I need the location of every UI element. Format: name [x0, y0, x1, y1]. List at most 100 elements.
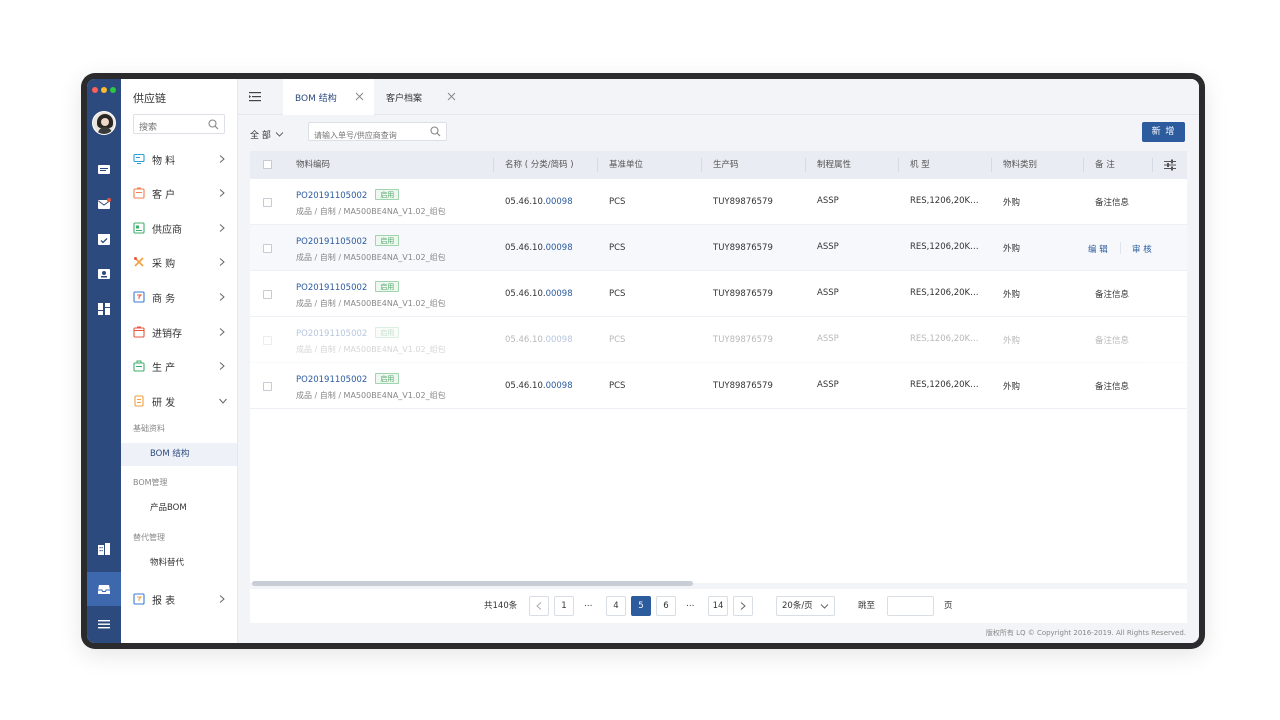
material-path: 成品 / 自制 / MA500BE4NA_V1.02_组包 [296, 207, 446, 216]
sidebar-search [133, 114, 225, 137]
sidebar-item-production[interactable]: 生 产 [121, 355, 238, 377]
tab-bar: BOM 结构 客户档案 [238, 79, 1199, 115]
material-name-prefix: 05.46.10. [505, 381, 546, 391]
material-path: 成品 / 自制 / MA500BE4NA_V1.02_组包 [296, 391, 446, 400]
material-code-link[interactable]: PO20191105002 [296, 237, 367, 247]
sidebar-item-label: 物 料 [152, 155, 176, 167]
column-settings-icon[interactable] [1164, 159, 1176, 171]
close-icon[interactable] [355, 92, 364, 101]
table-row[interactable]: PO20191105002 启用 成品 / 自制 / MA500BE4NA_V1.… [250, 225, 1187, 271]
sidebar-item-business[interactable]: 商 务 [121, 286, 238, 308]
tab-label: BOM 结构 [295, 93, 337, 104]
menu-icon[interactable] [97, 617, 111, 631]
dashboard-icon[interactable] [97, 302, 111, 316]
page-button[interactable]: 6 [656, 596, 676, 616]
table-row[interactable]: PO20191105002 启用 成品 / 自制 / MA500BE4NA_V1.… [250, 363, 1187, 409]
chevron-right-icon [219, 595, 225, 603]
close-window-button[interactable] [92, 87, 98, 93]
subgroup-title: 基础资料 [133, 424, 165, 433]
search-icon[interactable] [208, 119, 219, 130]
page-button[interactable]: 14 [708, 596, 728, 616]
building-icon[interactable] [97, 542, 111, 556]
sub-item-material-substitute[interactable]: 物料替代 [121, 552, 237, 575]
row-checkbox [263, 336, 272, 345]
jump-page-input[interactable] [887, 596, 934, 616]
select-all-checkbox[interactable] [263, 160, 272, 169]
sidebar-item-inventory[interactable]: 进销存 [121, 321, 238, 343]
chevron-down-icon [275, 132, 284, 137]
inbox-icon[interactable] [97, 582, 111, 596]
app-screen: 供应链 物 料 客 户 供应商 采 购 [87, 79, 1199, 643]
sidebar-item-label: 报 表 [152, 595, 176, 607]
report-icon [133, 593, 145, 605]
search-icon[interactable] [430, 126, 441, 137]
unit-cell: PCS [609, 197, 626, 207]
sidebar-item-label: 采 购 [152, 258, 176, 270]
sidebar-item-research[interactable]: 研 发 [121, 390, 238, 412]
page-button-current[interactable]: 5 [631, 596, 651, 616]
table-row[interactable]: PO20191105002 启用 成品 / 自制 / MA500BE4NA_V1.… [250, 179, 1187, 225]
sidebar-item-customer[interactable]: 客 户 [121, 182, 238, 204]
status-badge: 启用 [375, 189, 400, 200]
filter-dropdown[interactable]: 全 部 [250, 128, 284, 141]
add-button[interactable]: 新 增 [1142, 122, 1185, 142]
sidebar-item-supplier[interactable]: 供应商 [121, 217, 238, 239]
page-button[interactable]: 1 [554, 596, 574, 616]
next-page-button[interactable] [733, 596, 753, 616]
status-badge: 启用 [375, 235, 400, 246]
minimize-window-button[interactable] [101, 87, 107, 93]
contact-card-icon[interactable] [97, 267, 111, 281]
monitor-icon [133, 153, 145, 164]
chevron-right-icon [219, 224, 225, 232]
avatar[interactable] [92, 111, 116, 135]
status-badge: 启用 [375, 327, 400, 338]
horizontal-scrollbar[interactable] [252, 581, 693, 586]
tab-customer-profile[interactable]: 客户档案 [374, 79, 466, 115]
sidebar-item-material[interactable]: 物 料 [121, 148, 238, 170]
review-button[interactable]: 审 核 [1132, 243, 1152, 255]
calendar-check-icon[interactable] [97, 232, 111, 246]
material-code-link[interactable]: PO20191105002 [296, 191, 367, 201]
row-checkbox[interactable] [263, 244, 272, 253]
category-cell: 外购 [1003, 336, 1021, 346]
remark-cell: 备注信息 [1095, 290, 1130, 300]
pagination: 共140条 1 … 4 5 6 … 14 20条/页 跳至 页 [250, 589, 1187, 623]
close-icon[interactable] [447, 92, 456, 101]
production-code-cell: TUY89876579 [713, 335, 773, 345]
tab-bom-structure[interactable]: BOM 结构 [283, 79, 374, 115]
edit-button[interactable]: 编 辑 [1088, 243, 1108, 255]
process-cell: ASSP [817, 334, 839, 344]
material-name-prefix: 05.46.10. [505, 335, 546, 345]
mail-notice-icon[interactable] [97, 197, 111, 211]
page-size-select[interactable]: 20条/页 [776, 596, 835, 616]
subgroup-title: 替代管理 [133, 533, 165, 542]
collapse-menu-icon[interactable] [249, 91, 261, 102]
sidebar-search-input[interactable] [134, 119, 206, 137]
table-search-input[interactable] [309, 127, 427, 144]
row-checkbox[interactable] [263, 290, 272, 299]
sub-item-product-bom[interactable]: 产品BOM [121, 497, 237, 520]
sidebar-item-report[interactable]: 报 表 [121, 588, 238, 610]
supplier-icon [133, 222, 145, 234]
material-code-link[interactable]: PO20191105002 [296, 375, 367, 385]
page-unit-label: 页 [944, 601, 953, 611]
sidebar: 供应链 物 料 客 户 供应商 采 购 [121, 79, 238, 643]
process-cell: ASSP [817, 196, 839, 206]
prev-page-button[interactable] [529, 596, 549, 616]
inventory-icon [133, 326, 145, 338]
material-name: 05.46.10.00098 [505, 335, 573, 345]
material-code-link[interactable]: PO20191105002 [296, 283, 367, 293]
sub-item-bom-structure[interactable]: BOM 结构 [121, 443, 237, 466]
row-checkbox[interactable] [263, 198, 272, 207]
chevron-right-icon [219, 258, 225, 266]
category-cell: 外购 [1003, 244, 1021, 254]
sidebar-item-purchase[interactable]: 采 购 [121, 251, 238, 273]
material-name: 05.46.10.00098 [505, 243, 573, 253]
row-checkbox[interactable] [263, 382, 272, 391]
page-button[interactable]: 4 [606, 596, 626, 616]
page-size-value: 20条/页 [782, 601, 813, 611]
table-row[interactable]: PO20191105002 启用 成品 / 自制 / MA500BE4NA_V1.… [250, 271, 1187, 317]
maximize-window-button[interactable] [110, 87, 116, 93]
message-icon[interactable] [97, 163, 111, 177]
chevron-left-icon [536, 602, 542, 610]
